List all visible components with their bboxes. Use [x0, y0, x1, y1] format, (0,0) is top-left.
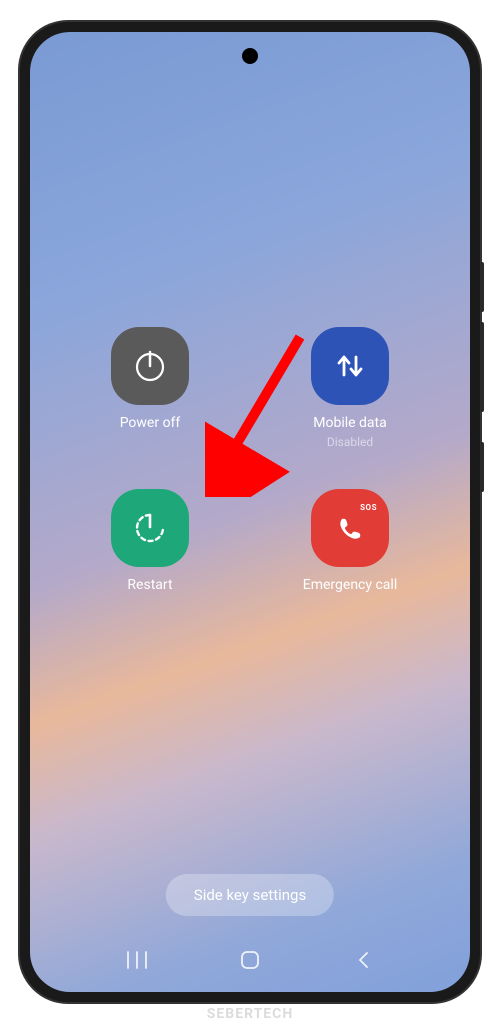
navigation-bar [30, 940, 470, 980]
emergency-call-button[interactable]: SOS Emergency call [295, 489, 405, 593]
watermark: SEBERTECH [207, 1006, 293, 1022]
power-off-button[interactable]: Power off [95, 327, 205, 449]
power-off-label: Power off [120, 415, 181, 431]
home-icon [240, 950, 260, 970]
side-key-settings-label: Side key settings [194, 886, 306, 904]
physical-button [480, 442, 484, 492]
physical-button [480, 322, 484, 412]
restart-icon [111, 489, 189, 567]
mobile-data-icon [311, 327, 389, 405]
sos-badge: SOS [360, 503, 377, 512]
mobile-data-button[interactable]: Mobile data Disabled [295, 327, 405, 449]
emergency-call-icon: SOS [311, 489, 389, 567]
power-off-icon [111, 327, 189, 405]
phone-frame: Power off Mobile data Disabled [20, 22, 480, 1002]
restart-label: Restart [127, 577, 172, 593]
screen: Power off Mobile data Disabled [30, 32, 470, 992]
side-key-settings-button[interactable]: Side key settings [166, 874, 334, 916]
recents-icon [126, 951, 148, 969]
home-button[interactable] [230, 940, 270, 980]
restart-button[interactable]: Restart [95, 489, 205, 593]
back-icon [356, 950, 370, 970]
recents-button[interactable] [117, 940, 157, 980]
back-button[interactable] [343, 940, 383, 980]
physical-button [480, 262, 484, 312]
mobile-data-sublabel: Disabled [327, 435, 373, 449]
power-menu: Power off Mobile data Disabled [95, 327, 405, 593]
camera-notch [242, 48, 258, 64]
mobile-data-label: Mobile data [313, 415, 386, 431]
emergency-call-label: Emergency call [303, 577, 397, 593]
